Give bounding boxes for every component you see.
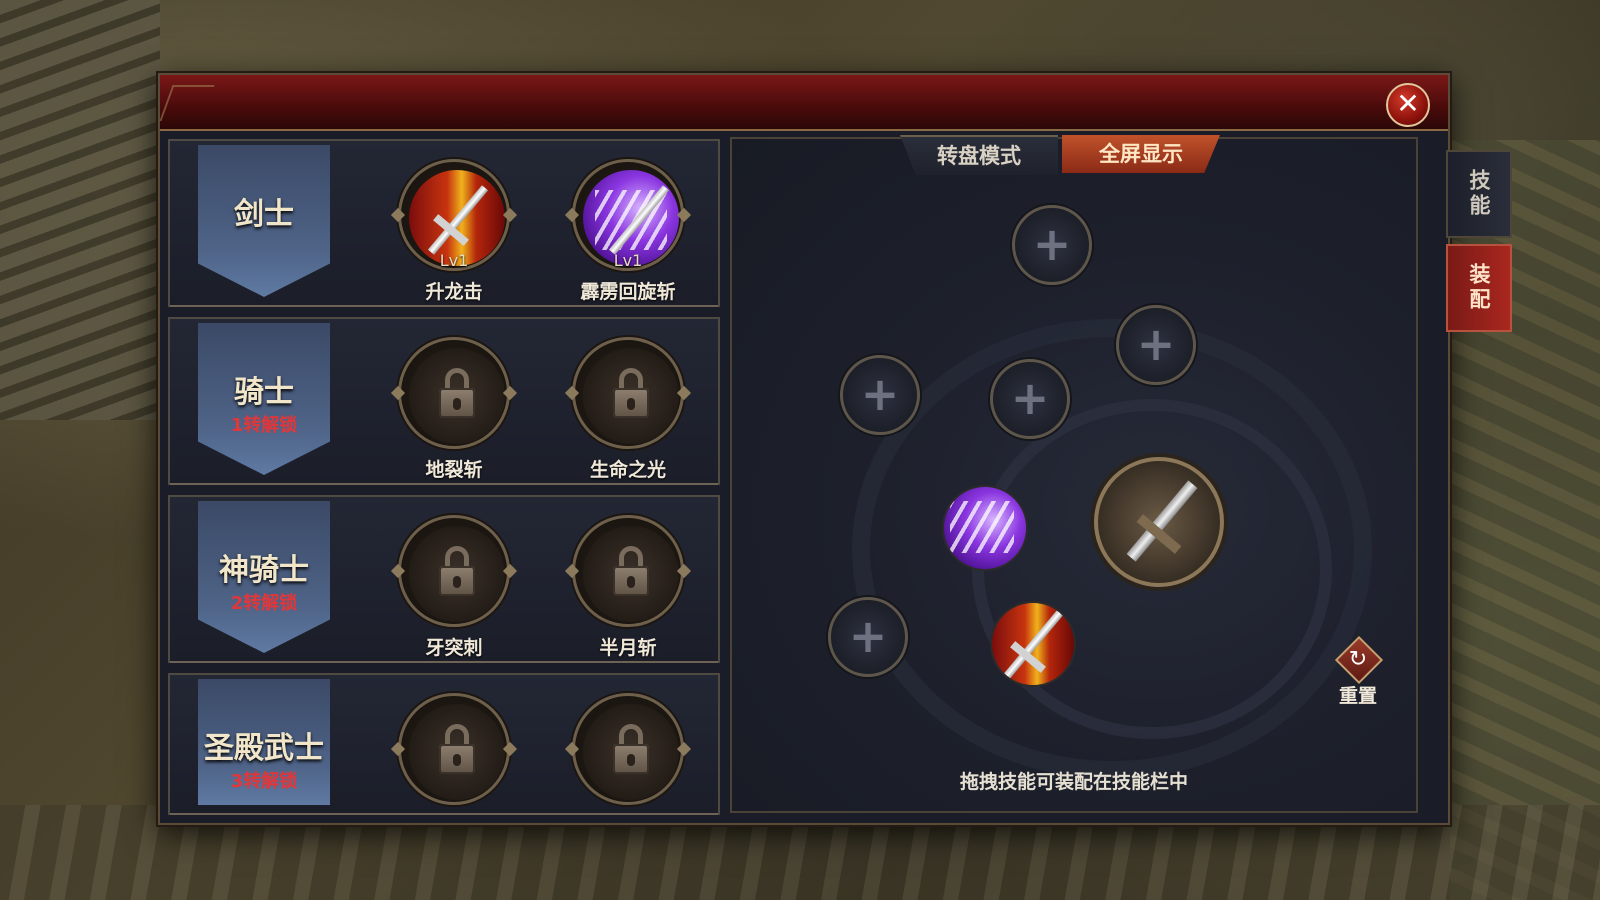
lock-icon: [583, 348, 679, 444]
skill-card[interactable]: 半月斩: [572, 515, 684, 665]
class-unlock: 1转解锁: [230, 415, 298, 436]
class-name: 剑士: [234, 197, 294, 232]
class-row-paladin: 神骑士 2转解锁 牙突刺 半月斩: [168, 495, 720, 663]
skill-card[interactable]: 地裂斩: [398, 337, 510, 487]
class-name: 骑士: [234, 375, 294, 410]
tab-wheel-mode[interactable]: 转盘模式: [900, 135, 1058, 175]
skill-card[interactable]: 牙突刺: [398, 515, 510, 665]
tab-equip[interactable]: 装配: [1446, 244, 1512, 332]
empty-skill-slot[interactable]: +: [840, 355, 920, 435]
skill-level: Lv1: [439, 251, 469, 270]
skill-name: 半月斩: [599, 637, 657, 659]
skill-frame: [572, 337, 684, 449]
skill-name: 牙突刺: [425, 637, 483, 659]
skill-frame: [572, 693, 684, 805]
drag-hint: 拖拽技能可装配在技能栏中: [959, 771, 1188, 793]
skill-level: Lv1: [613, 251, 643, 270]
mode-tabs: 转盘模式 全屏显示: [900, 135, 1240, 175]
class-banner: 圣殿武士 3转解锁: [198, 679, 330, 805]
tab-skill[interactable]: 技能: [1446, 150, 1512, 238]
class-banner: 剑士: [198, 145, 330, 297]
class-banner: 神骑士 2转解锁: [198, 501, 330, 653]
empty-skill-slot[interactable]: +: [990, 359, 1070, 439]
lock-icon: [409, 704, 505, 800]
equipped-red-sword-icon[interactable]: [990, 601, 1076, 687]
skill-name: 生命之光: [589, 459, 666, 481]
class-unlock: 2转解锁: [230, 593, 298, 614]
skill-card[interactable]: [572, 693, 684, 843]
title-bar: ✕: [160, 75, 1448, 131]
equip-panel: 转盘模式 全屏显示 + + + + + ↻ 重置 拖拽技能可装配在技能栏中: [730, 135, 1418, 813]
lock-icon: [409, 526, 505, 622]
side-tabs: 技能 装配: [1446, 150, 1516, 336]
class-banner: 骑士 1转解锁: [198, 323, 330, 475]
plus-icon: +: [1010, 371, 1050, 425]
empty-skill-slot[interactable]: +: [1012, 205, 1092, 285]
lock-icon: [409, 348, 505, 444]
skill-frame: [398, 515, 510, 627]
class-name: 圣殿武士: [204, 731, 324, 766]
class-row-templar: 圣殿武士 3转解锁: [168, 673, 720, 815]
plus-icon: +: [848, 609, 888, 663]
plus-icon: +: [1136, 317, 1176, 371]
skill-card[interactable]: [398, 693, 510, 843]
plus-icon: +: [1032, 217, 1072, 271]
lock-icon: [583, 526, 679, 622]
skill-card[interactable]: Lv1 升龙击: [398, 159, 510, 309]
class-list: 剑士 Lv1 升龙击 Lv1 霹雳回旋斩 骑士 1转解锁 地裂斩 生命之光 神骑…: [168, 139, 722, 815]
tab-fullscreen[interactable]: 全屏显示: [1062, 135, 1220, 173]
skill-name: 地裂斩: [425, 459, 483, 481]
plus-icon: +: [860, 367, 900, 421]
close-button[interactable]: ✕: [1386, 83, 1430, 127]
skill-window: ✕ 剑士 Lv1 升龙击 Lv1 霹雳回旋斩 骑士 1转解锁 地裂斩 生命之光 …: [158, 73, 1450, 825]
class-name: 神骑士: [219, 553, 309, 588]
skill-name: 升龙击: [425, 281, 483, 303]
reset-label: 重置: [1338, 685, 1377, 707]
attack-sword-button[interactable]: [1094, 457, 1224, 587]
equipped-purple-sword-icon[interactable]: [942, 485, 1028, 571]
class-row-swordsman: 剑士 Lv1 升龙击 Lv1 霹雳回旋斩: [168, 139, 720, 307]
skill-name: 霹雳回旋斩: [580, 281, 676, 303]
reset-button[interactable]: ↻ 重置: [1328, 635, 1388, 709]
skill-frame: [398, 337, 510, 449]
class-unlock: 3转解锁: [230, 771, 298, 792]
skill-frame: [572, 515, 684, 627]
empty-skill-slot[interactable]: +: [828, 597, 908, 677]
background-roof: [0, 0, 160, 420]
skill-card[interactable]: Lv1 霹雳回旋斩: [572, 159, 684, 309]
class-row-knight: 骑士 1转解锁 地裂斩 生命之光: [168, 317, 720, 485]
empty-skill-slot[interactable]: +: [1116, 305, 1196, 385]
lock-icon: [583, 704, 679, 800]
close-icon: ✕: [1396, 87, 1420, 120]
skill-frame: [398, 693, 510, 805]
refresh-icon: ↻: [1348, 647, 1368, 672]
skill-card[interactable]: 生命之光: [572, 337, 684, 487]
